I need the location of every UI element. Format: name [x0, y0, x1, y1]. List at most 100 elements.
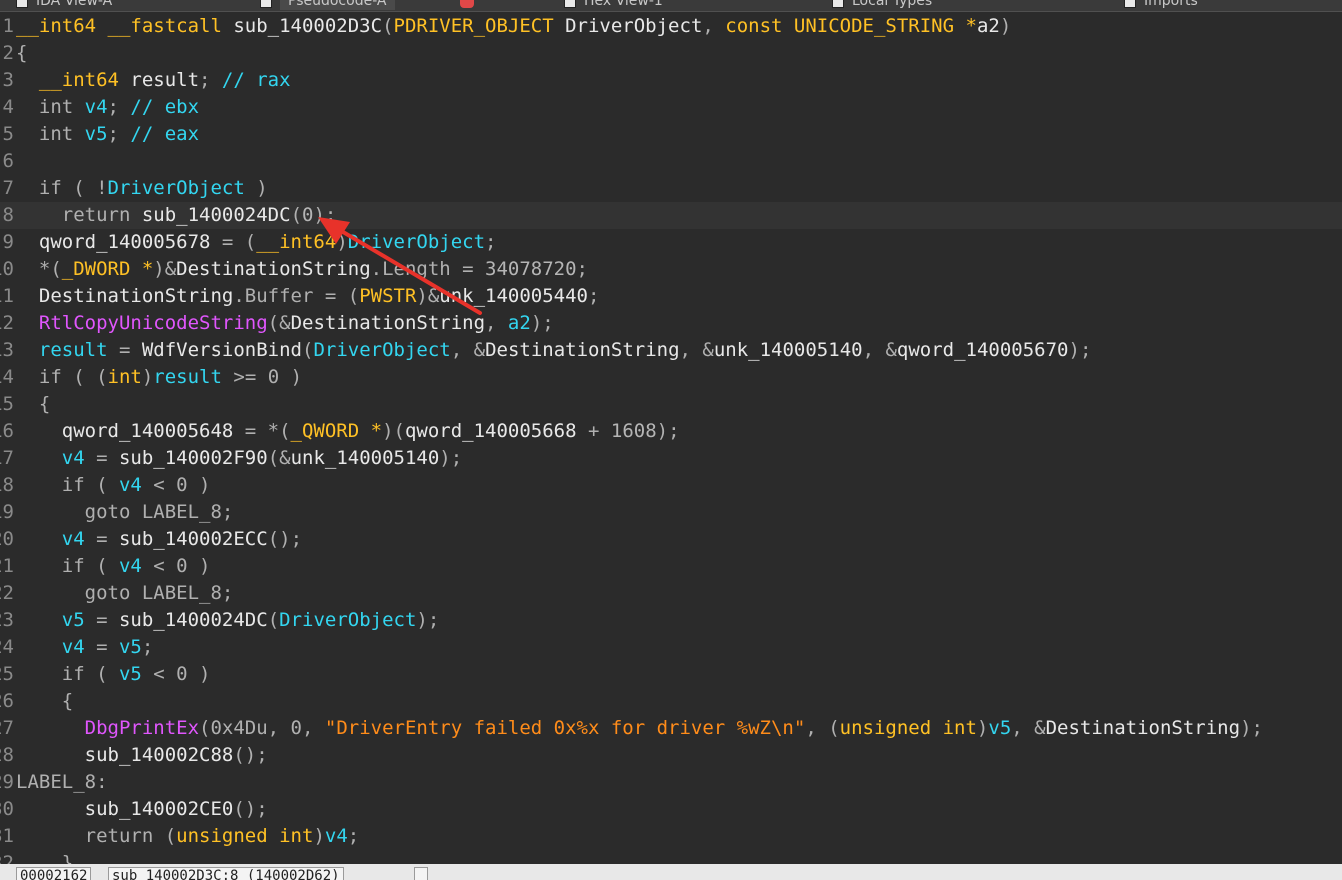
code-token: v5: [118, 663, 142, 685]
code-line[interactable]: 8 return sub_1400024DC(0);: [0, 202, 1342, 229]
code-token: }: [16, 852, 74, 864]
line-number: 12: [0, 312, 14, 334]
code-line[interactable]: 21 if ( v4 < 0 ): [0, 553, 1342, 580]
code-text: int v4; // ebx: [16, 94, 199, 121]
code-token: .Length =: [370, 258, 486, 280]
line-number: 1: [2, 15, 14, 37]
tab-pseudocode-a[interactable]: Pseudocode-A: [280, 0, 395, 10]
code-line[interactable]: 18 if ( v4 < 0 ): [0, 472, 1342, 499]
code-text: {: [16, 40, 27, 67]
code-token: return: [16, 204, 142, 226]
code-token: >= 0 ): [221, 366, 303, 388]
line-number: 22: [0, 582, 14, 604]
code-line[interactable]: 6: [0, 148, 1342, 175]
code-token: ,: [702, 15, 726, 37]
line-number: 24: [0, 636, 14, 658]
code-line[interactable]: 27 DbgPrintEx(0x4Du, 0, "DriverEntry fai…: [0, 715, 1342, 742]
code-line[interactable]: 1 __int64 __fastcall sub_140002D3C(PDRIVE…: [0, 13, 1342, 40]
code-line[interactable]: 24 v4 = v5;: [0, 634, 1342, 661]
code-line[interactable]: 31 return (unsigned int)v4;: [0, 823, 1342, 850]
code-token: if ( !: [16, 177, 108, 199]
code-token: (: [290, 204, 303, 226]
code-token: DestinationString: [485, 339, 680, 361]
code-line[interactable]: 15 {: [0, 391, 1342, 418]
tab-hex-view-1[interactable]: Hex View-1: [584, 0, 663, 10]
code-token: .Buffer = (: [233, 285, 360, 307]
tab-ida-view-a[interactable]: IDA View-A: [36, 0, 112, 10]
code-line[interactable]: 29LABEL_8:: [0, 769, 1342, 796]
tab-local-types[interactable]: Local Types: [852, 0, 932, 10]
code-token: = (: [221, 231, 257, 253]
code-text: LABEL_8:: [16, 769, 108, 796]
code-text: DbgPrintEx(0x4Du, 0, "DriverEntry failed…: [16, 715, 1263, 742]
code-line[interactable]: 19 goto LABEL_8;: [0, 499, 1342, 526]
code-token: PWSTR: [359, 285, 417, 307]
code-token: );: [1240, 717, 1263, 739]
code-token: ;: [107, 96, 131, 118]
code-token: PDRIVER_OBJECT: [393, 15, 566, 37]
code-token: result: [130, 69, 200, 91]
code-line[interactable]: 25 if ( v5 < 0 ): [0, 661, 1342, 688]
code-token: unk_140005140: [713, 339, 863, 361]
code-line[interactable]: 17 v4 = sub_140002F90(&unk_140005140);: [0, 445, 1342, 472]
code-token: (&: [267, 447, 291, 469]
code-line[interactable]: 30 sub_140002CE0();: [0, 796, 1342, 823]
code-line[interactable]: 32 }: [0, 850, 1342, 864]
line-number: 16: [0, 420, 14, 442]
code-line[interactable]: 14 if ( (int)result >= 0 ): [0, 364, 1342, 391]
code-text: __int64 result; // rax: [16, 67, 291, 94]
code-token: qword_140005668: [404, 420, 577, 442]
code-token: =: [96, 636, 119, 658]
code-token: )&: [416, 285, 440, 307]
code-token: LABEL_8:: [16, 771, 108, 793]
code-text: {: [16, 688, 73, 715]
code-line[interactable]: 28 sub_140002C88();: [0, 742, 1342, 769]
line-number: 32: [0, 852, 14, 864]
close-tab-icon[interactable]: [460, 0, 474, 8]
pseudocode-editor[interactable]: 1 __int64 __fastcall sub_140002D3C(PDRIVE…: [0, 12, 1342, 864]
code-line[interactable]: 16 qword_140005648 = *(_QWORD *)(qword_1…: [0, 418, 1342, 445]
code-text: *(_DWORD *)&DestinationString.Length = 3…: [16, 256, 588, 283]
status-location: sub_140002D3C:8 (140002D62): [108, 867, 344, 880]
code-line[interactable]: 5 int v5; // eax: [0, 121, 1342, 148]
code-line[interactable]: 7 if ( !DriverObject ): [0, 175, 1342, 202]
code-text: if ( v4 < 0 ): [16, 553, 211, 580]
line-number: 31: [0, 825, 14, 847]
code-token: < 0 ): [141, 474, 211, 496]
code-line[interactable]: 10 *(_DWORD *)&DestinationString.Length …: [0, 256, 1342, 283]
line-number: 8: [2, 204, 14, 226]
tab-icon: [1124, 0, 1136, 8]
code-token: v4: [118, 555, 142, 577]
code-line[interactable]: 4 int v4; // ebx: [0, 94, 1342, 121]
code-line[interactable]: 20 v4 = sub_140002ECC();: [0, 526, 1342, 553]
code-token: ): [313, 825, 325, 847]
code-token: *(: [16, 258, 62, 280]
code-token: int: [16, 123, 85, 145]
code-token: ): [336, 231, 348, 253]
code-line[interactable]: 13 result = WdfVersionBind(DriverObject,…: [0, 337, 1342, 364]
code-token: qword_140005648: [16, 420, 245, 442]
code-line[interactable]: 23 v5 = sub_1400024DC(DriverObject);: [0, 607, 1342, 634]
code-token: v4: [16, 447, 97, 469]
code-token: int: [107, 366, 142, 388]
code-token: , &: [1011, 717, 1046, 739]
code-token: goto LABEL_8;: [16, 501, 234, 523]
code-text: goto LABEL_8;: [16, 499, 234, 526]
code-line[interactable]: 3 __int64 result; // rax: [0, 67, 1342, 94]
line-number: 19: [0, 501, 14, 523]
code-line[interactable]: 26 {: [0, 688, 1342, 715]
code-token: {: [16, 690, 74, 712]
code-text: return (unsigned int)v4;: [16, 823, 360, 850]
code-line[interactable]: 12 RtlCopyUnicodeString(&DestinationStri…: [0, 310, 1342, 337]
code-token: v4: [84, 96, 108, 118]
code-line[interactable]: 2{: [0, 40, 1342, 67]
code-token: // ebx: [130, 96, 200, 118]
tab-imports[interactable]: Imports: [1144, 0, 1198, 10]
code-token: +: [576, 420, 611, 442]
code-line[interactable]: 22 goto LABEL_8;: [0, 580, 1342, 607]
code-line[interactable]: 9 qword_140005678 = (__int64)DriverObjec…: [0, 229, 1342, 256]
code-token: if ( (: [16, 366, 108, 388]
code-line[interactable]: 11 DestinationString.Buffer = (PWSTR)&un…: [0, 283, 1342, 310]
line-number: 30: [0, 798, 14, 820]
code-text: v4 = sub_140002ECC();: [16, 526, 302, 553]
